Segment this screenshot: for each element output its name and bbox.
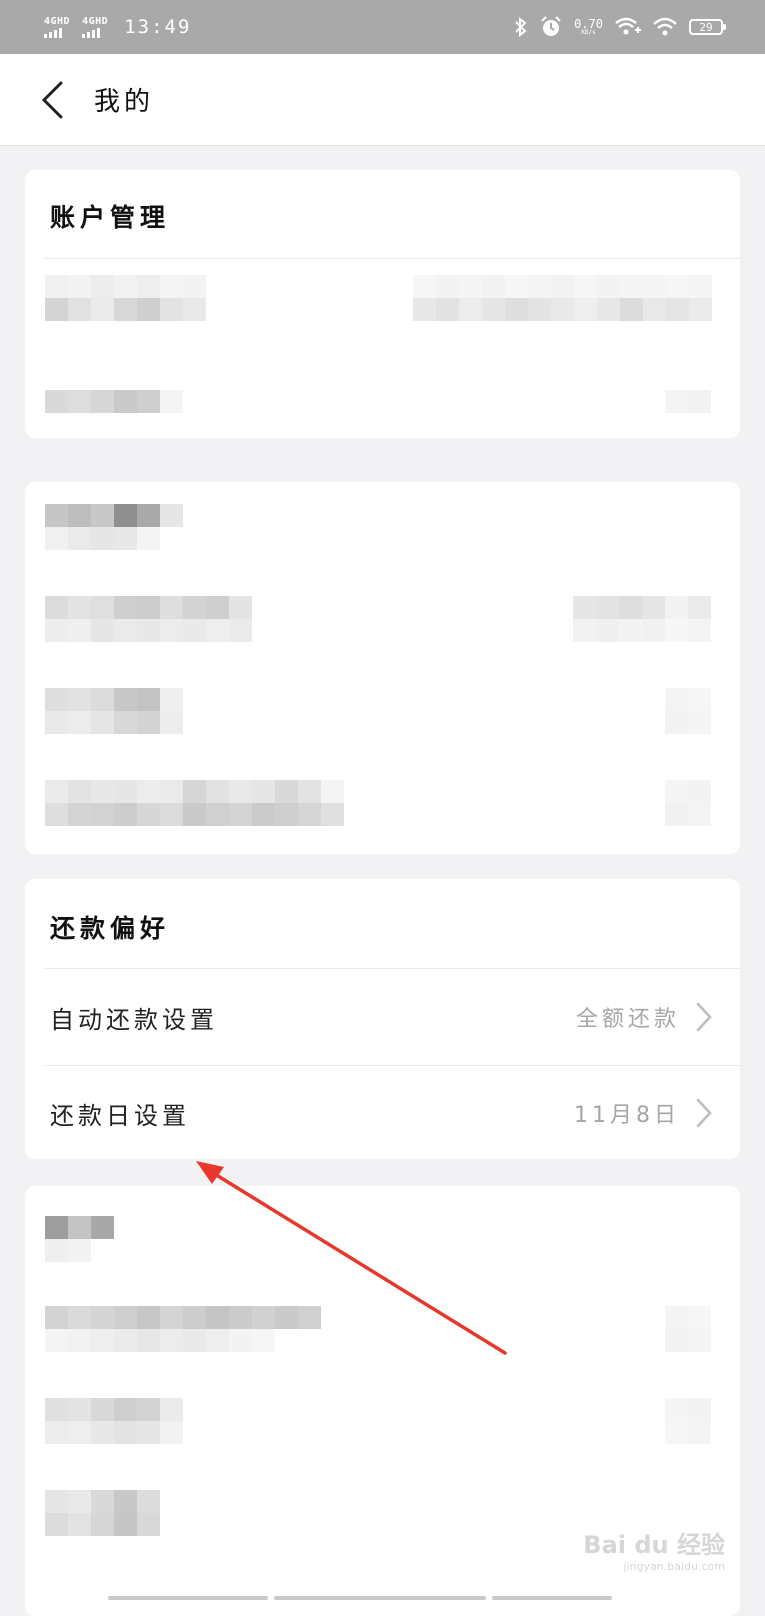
blurred-content bbox=[45, 390, 206, 413]
blurred-content bbox=[45, 1490, 183, 1536]
watermark-url: jingyan.baidu.com bbox=[623, 1560, 725, 1573]
chevron-left-icon bbox=[41, 81, 63, 118]
auto-repay-setting-label: 自动还款设置 bbox=[50, 1005, 218, 1034]
blurred-content bbox=[573, 596, 711, 642]
blurred-content bbox=[665, 1398, 711, 1444]
back-button[interactable] bbox=[22, 70, 82, 130]
blurred-content bbox=[413, 275, 712, 321]
watermark: Bai du 经验 jingyan.baidu.com bbox=[583, 1533, 725, 1572]
auto-repay-setting-value: 全额还款 bbox=[575, 1007, 680, 1032]
blurred-content bbox=[45, 1398, 206, 1444]
auto-repay-setting-row[interactable]: 自动还款设置 全额还款 bbox=[25, 969, 740, 1065]
blurred-content bbox=[45, 1306, 321, 1352]
speed-unit: KB/s bbox=[581, 29, 596, 36]
bluetooth-icon bbox=[515, 17, 527, 37]
repay-day-setting-value: 11月8日 bbox=[574, 1103, 680, 1128]
blurred-content bbox=[45, 275, 206, 321]
watermark-brand: Bai du 经验 bbox=[583, 1531, 725, 1559]
blurred-content bbox=[665, 780, 711, 826]
battery-icon: 29 bbox=[689, 19, 726, 35]
row-right: 11月8日 bbox=[574, 1097, 712, 1129]
account-section-title: 账户管理 bbox=[50, 203, 171, 232]
network-speed: 0.70 KB/s bbox=[574, 18, 603, 36]
alarm-icon bbox=[541, 16, 561, 36]
network-type-1: 4GHD bbox=[44, 15, 71, 27]
wifi-plus-icon bbox=[615, 17, 641, 35]
chevron-right-icon bbox=[696, 1098, 712, 1128]
signal-1: 4GHD bbox=[44, 15, 71, 38]
header: 我的 bbox=[0, 54, 765, 146]
blurred-content bbox=[665, 688, 711, 734]
blurred-content bbox=[665, 390, 711, 413]
divider bbox=[45, 258, 740, 259]
blurred-content bbox=[45, 1216, 137, 1262]
blurred-card bbox=[25, 482, 740, 854]
scroll-indicator bbox=[108, 1596, 612, 1600]
row-right: 全额还款 bbox=[576, 1001, 712, 1033]
blurred-content bbox=[45, 596, 252, 642]
status-time: 13:49 bbox=[124, 16, 192, 38]
wifi-icon bbox=[653, 17, 677, 36]
blurred-content bbox=[45, 688, 206, 734]
account-card: 账户管理 bbox=[25, 170, 740, 438]
repay-day-setting-label: 还款日设置 bbox=[50, 1101, 190, 1130]
status-right: 0.70 KB/s 29 bbox=[514, 16, 726, 38]
network-type-2: 4GHD bbox=[82, 15, 109, 27]
blurred-content bbox=[45, 780, 344, 826]
signal-2: 4GHD bbox=[82, 15, 109, 38]
blurred-content bbox=[665, 1306, 711, 1352]
signal-bars-icon bbox=[44, 27, 62, 38]
blurred-content bbox=[45, 504, 206, 550]
status-bar: 4GHD 4GHD 13:49 0.70 KB/s 29 bbox=[0, 0, 765, 54]
repay-day-setting-row[interactable]: 还款日设置 11月8日 bbox=[25, 1065, 740, 1159]
repayment-card: 还款偏好 自动还款设置 全额还款 还款日设置 11月8日 bbox=[25, 879, 740, 1159]
status-left: 4GHD 4GHD 13:49 bbox=[44, 16, 191, 38]
repayment-section-title: 还款偏好 bbox=[50, 914, 171, 943]
page-title: 我的 bbox=[94, 87, 155, 117]
signal-bars-icon bbox=[82, 27, 101, 38]
chevron-right-icon bbox=[696, 1002, 712, 1032]
battery-level: 29 bbox=[699, 20, 713, 34]
